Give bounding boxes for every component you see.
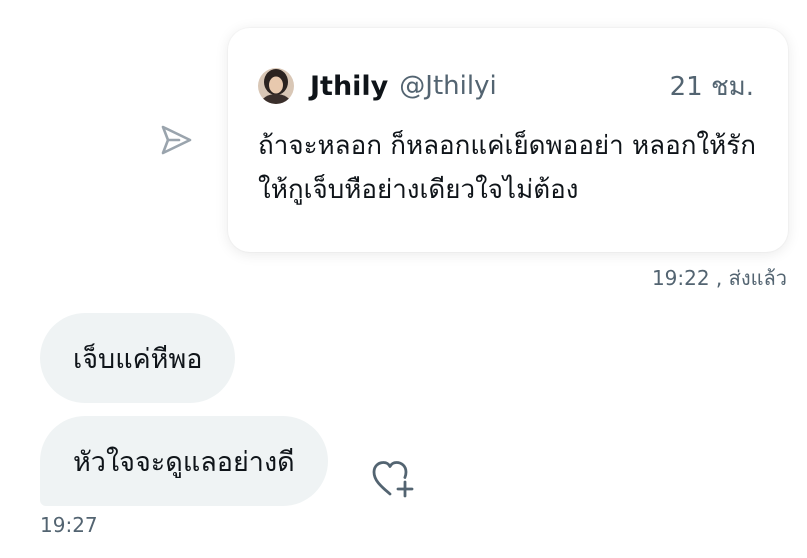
message-bubble[interactable]: หัวใจจะดูแลอย่างดี [40,416,328,506]
sent-status: 19:22 , ส่งแล้ว [651,266,787,290]
quoted-tweet-text: ถ้าจะหลอก ก็หลอกแค่เย็ดพออย่า หลอกให้รัก… [258,131,756,205]
avatar[interactable] [258,68,294,104]
message-bubble[interactable]: เจ็บแค่หีพอ [40,313,236,403]
message-timestamp: 19:27 [40,513,98,537]
message-text: เจ็บแค่หีพอ [73,343,203,375]
author-handle[interactable]: @Jthilyi [399,71,496,101]
avatar-image [258,68,294,104]
quoted-tweet-header: Jthily @Jthilyi 21 ชม. [258,68,754,104]
heart-plus-icon-graphic [372,461,414,498]
share-icon[interactable] [158,122,194,158]
dm-conversation: Jthily @Jthilyi 21 ชม. ถ้าจะหลอก ก็หลอกแ… [0,0,807,558]
share-icon-graphic [161,125,192,155]
tweet-timestamp[interactable]: 21 ชม. [670,66,754,107]
quoted-tweet-card[interactable]: Jthily @Jthilyi 21 ชม. ถ้าจะหลอก ก็หลอกแ… [228,28,788,252]
message-text: หัวใจจะดูแลอย่างดี [73,446,295,478]
author-name[interactable]: Jthily [310,71,388,102]
heart-plus-icon[interactable] [370,458,416,502]
